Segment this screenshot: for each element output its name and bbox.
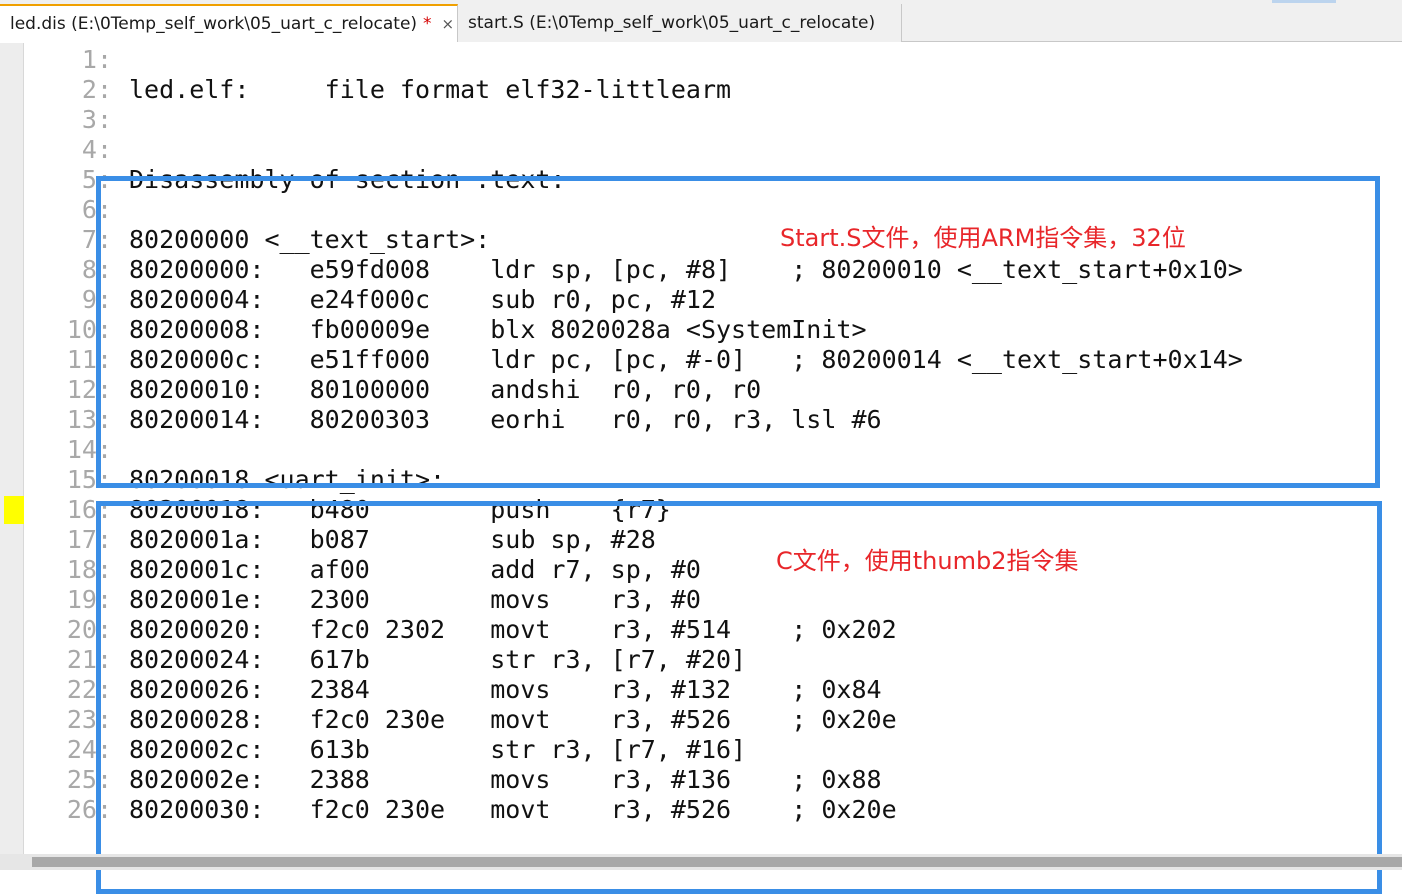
scrollbar-thumb[interactable] [32, 857, 1402, 867]
code-editor[interactable]: 1: 2: led.elf: file format elf32-littlearm… [0, 43, 1402, 894]
line-number: 4: [81, 135, 112, 164]
line-number: 3: [81, 105, 112, 134]
tab-led-dis[interactable]: led.dis (E:\0Temp_self_work\05_uart_c_re… [0, 4, 458, 42]
tab-label: start.S (E:\0Temp_self_work\05_uart_c_re… [468, 13, 876, 33]
editor-margin[interactable] [0, 43, 24, 854]
thumb-section-highlight-box [96, 501, 1382, 894]
horizontal-scrollbar[interactable] [0, 854, 1402, 870]
arm-section-highlight-box [96, 176, 1380, 488]
line-number: 1: [81, 45, 112, 74]
line-number: 2: [81, 75, 112, 104]
line-text: led.elf: file format elf32-littlearm [129, 75, 732, 104]
tab-label: led.dis (E:\0Temp_self_work\05_uart_c_re… [10, 14, 418, 34]
modified-indicator: * [423, 14, 432, 34]
tab-start-s[interactable]: start.S (E:\0Temp_self_work\05_uart_c_re… [458, 4, 902, 42]
arm-annotation: Start.S文件，使用ARM指令集，32位 [780, 224, 1186, 252]
current-line-marker [4, 496, 24, 524]
tab-bar: led.dis (E:\0Temp_self_work\05_uart_c_re… [0, 0, 1402, 42]
thumb-annotation: C文件，使用thumb2指令集 [776, 547, 1079, 575]
tabbar-indicator [1272, 0, 1336, 3]
close-icon[interactable]: × [442, 15, 455, 33]
